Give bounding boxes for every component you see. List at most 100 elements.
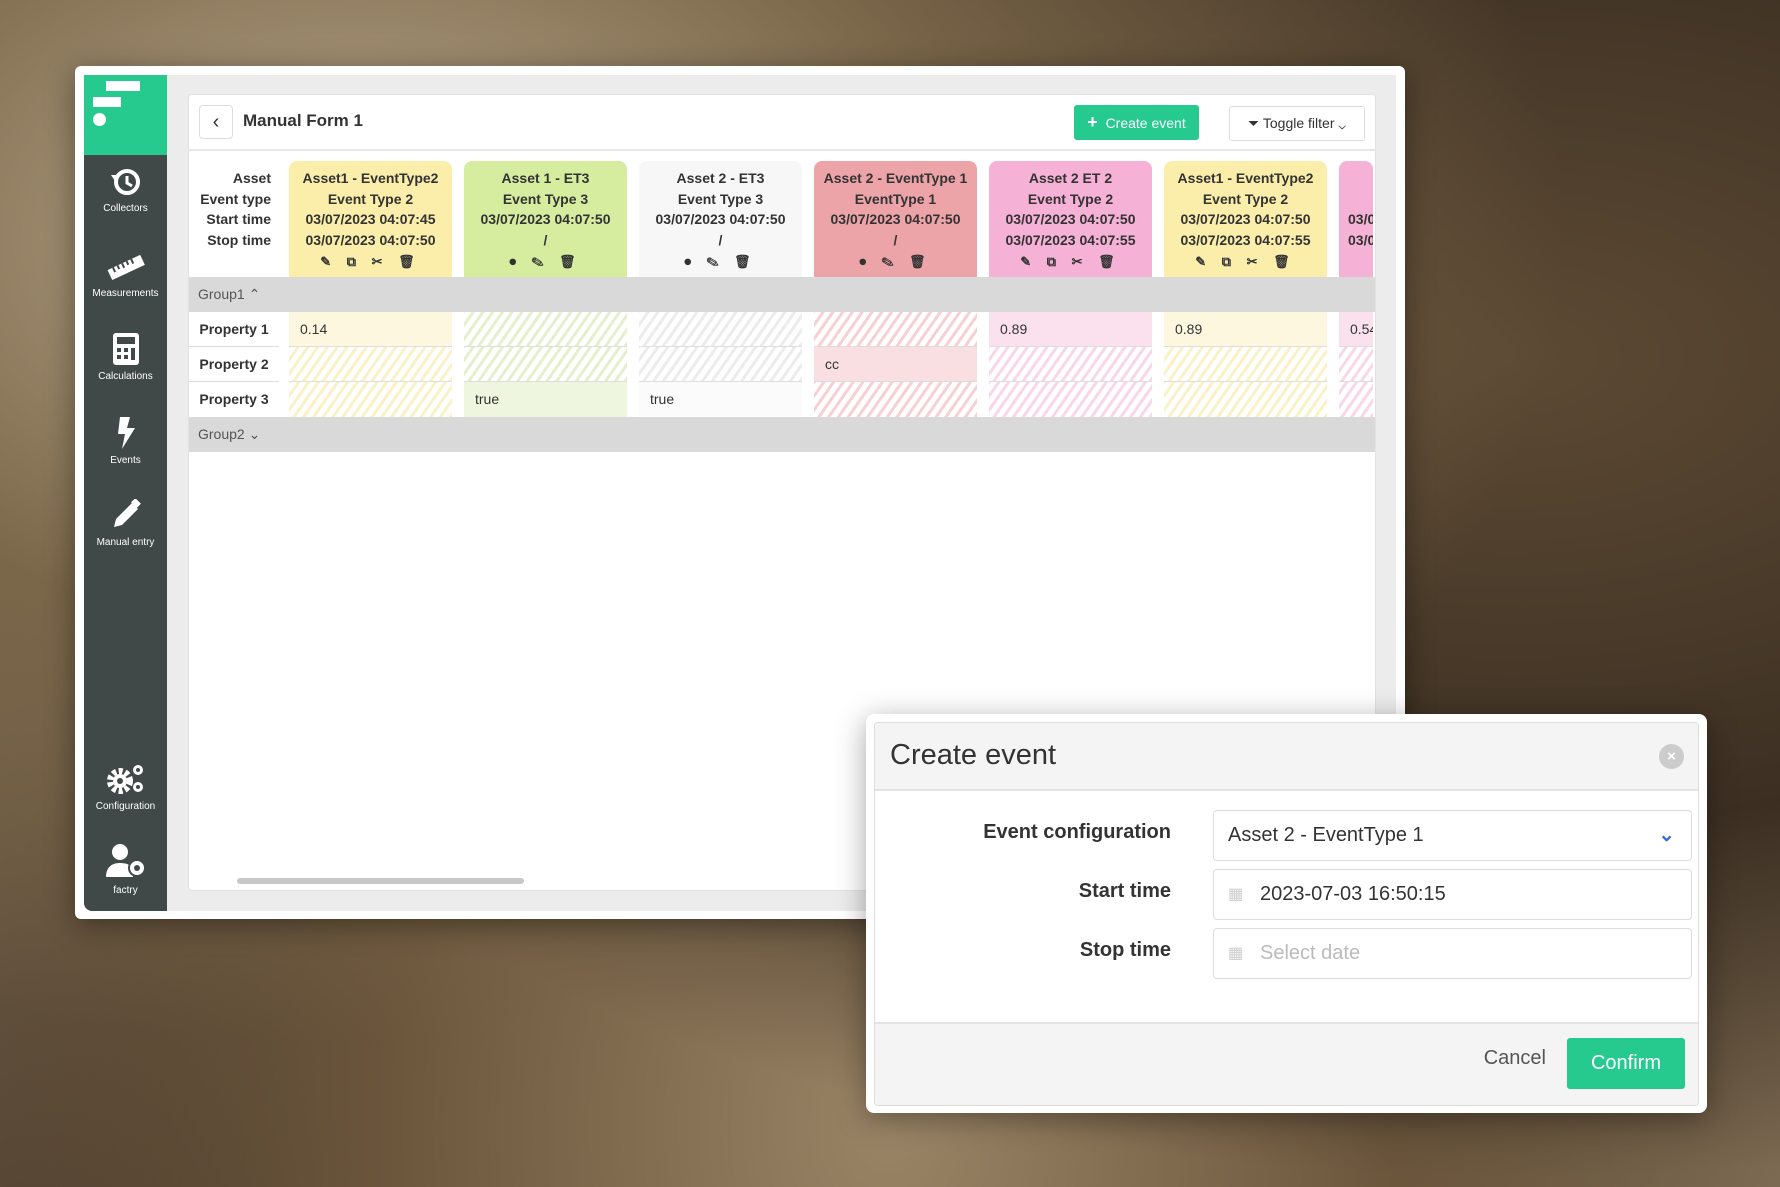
- sidebar-item-configuration[interactable]: Configuration: [84, 763, 167, 812]
- label-event-type: Event type: [200, 190, 271, 207]
- event-action-icons[interactable]: ✎ ⧉ ✂ 🗑: [289, 252, 452, 273]
- filter-icon: ⏷: [1248, 115, 1260, 131]
- group-header-group1[interactable]: Group1 ⌃: [189, 277, 1375, 312]
- property-cell[interactable]: [814, 312, 977, 347]
- event-stop: /: [718, 231, 723, 248]
- sidebar-item-events[interactable]: Events: [84, 417, 167, 466]
- event-start: 03/07/2023 04:07:45: [305, 211, 436, 227]
- event-asset: Asset 2 - ET3: [676, 170, 765, 186]
- event-asset: Asset1 - EventType2: [302, 170, 439, 186]
- dialog-title: Create event: [890, 739, 1057, 771]
- property-cell[interactable]: 0.54: [1339, 312, 1373, 347]
- sidebar-item-calculations[interactable]: Calculations: [84, 333, 167, 382]
- calculator-icon: [112, 333, 139, 365]
- event-asset: Asset 1 - ET3: [501, 170, 590, 186]
- property-cell[interactable]: [989, 382, 1152, 417]
- pen-icon: [113, 499, 141, 527]
- event-stop: /: [543, 231, 548, 248]
- event-column-header: 03/0 03/0: [1339, 161, 1373, 277]
- event-start: 03/07/2023 04:07:50: [830, 211, 961, 227]
- event-asset: Asset 2 ET 2: [1028, 170, 1113, 186]
- property-cell[interactable]: [989, 347, 1152, 382]
- event-stop: 03/07/2023 04:07:50: [305, 231, 436, 248]
- start-time-label: Start time: [1078, 880, 1171, 902]
- horizontal-scrollbar[interactable]: [237, 878, 524, 884]
- property-cell[interactable]: [639, 312, 802, 347]
- label-start-time: Start time: [206, 211, 271, 227]
- page-title: Manual Form 1: [243, 111, 363, 130]
- property-cell[interactable]: [814, 382, 977, 417]
- header-row-labels: Asset Event type Start time Stop time: [189, 168, 271, 250]
- chevron-down-icon: ⌄: [1658, 824, 1675, 846]
- event-start: 03/0: [1348, 211, 1373, 227]
- property-cell[interactable]: [639, 347, 802, 382]
- property-cell[interactable]: true: [639, 382, 802, 417]
- property-cell[interactable]: [1164, 347, 1327, 382]
- event-type: [1348, 189, 1373, 210]
- property-cell[interactable]: [464, 347, 627, 382]
- back-button[interactable]: ‹: [199, 105, 233, 139]
- event-stop: 03/07/2023 04:07:55: [1180, 231, 1311, 248]
- cancel-button[interactable]: Cancel: [1484, 1047, 1546, 1070]
- property-cell[interactable]: [1339, 347, 1373, 382]
- property-cell[interactable]: 0.14: [289, 312, 452, 347]
- chevron-up-icon: ⌃: [248, 286, 261, 302]
- property-cell[interactable]: cc: [814, 347, 977, 382]
- label-stop-time: Stop time: [207, 231, 271, 248]
- sidebar-item-factry[interactable]: factry: [84, 843, 167, 896]
- event-column-header: Asset 1 - ET3 Event Type 3 03/07/2023 04:0…: [464, 161, 627, 277]
- create-event-dialog: Create event × Event configuration Asset …: [866, 714, 1707, 1113]
- event-action-icons[interactable]: ⏺ ✎ 🗑: [814, 252, 977, 273]
- property-cell[interactable]: true: [464, 382, 627, 417]
- event-action-icons[interactable]: ✎ ⧉ ✂ 🗑: [1164, 252, 1327, 273]
- property-cell[interactable]: [1339, 382, 1373, 417]
- event-asset: Asset1 - EventType2: [1177, 170, 1314, 186]
- event-action-icons[interactable]: ⏺ ✎ 🗑: [464, 252, 627, 273]
- property-cell[interactable]: [1164, 382, 1327, 417]
- event-type: EventType 1: [854, 190, 937, 207]
- chevron-down-icon: ⌄: [1338, 115, 1346, 131]
- event-type: Event Type 3: [677, 190, 764, 207]
- plus-icon: +: [1087, 112, 1098, 132]
- event-action-icons[interactable]: ✎ ⧉ ✂ 🗑: [989, 252, 1152, 273]
- create-event-button[interactable]: + Create event: [1074, 105, 1199, 140]
- property-label: Property 1: [189, 312, 279, 347]
- property-cell[interactable]: 0.89: [1164, 312, 1327, 347]
- label-asset: Asset: [232, 170, 271, 186]
- event-asset: Asset 2 - EventType 1: [823, 170, 968, 186]
- event-action-icons[interactable]: ⏺ ✎ 🗑: [639, 252, 802, 273]
- form-header: ‹ Manual Form 1 + Create event ⏷ Toggle …: [189, 95, 1375, 151]
- event-column-header: Asset 2 - EventType 1 EventType 1 03/07/20…: [814, 161, 977, 277]
- logo[interactable]: [84, 75, 167, 155]
- event-configuration-label: Event configuration: [983, 821, 1171, 843]
- property-cell[interactable]: 0.89: [989, 312, 1152, 347]
- chevron-down-icon: ⌄: [248, 426, 261, 442]
- group-header-group2[interactable]: Group2 ⌄: [189, 417, 1375, 452]
- property-cell[interactable]: [289, 382, 452, 417]
- toggle-filter-button[interactable]: ⏷ Toggle filter ⌄: [1229, 106, 1365, 141]
- gears-icon: [106, 765, 143, 794]
- event-configuration-select[interactable]: Asset 2 - EventType 1 ⌄: [1213, 810, 1692, 861]
- event-column-header: Asset1 - EventType2 Event Type 2 03/07/202…: [289, 161, 452, 277]
- sidebar-item-manual-entry[interactable]: Manual entry: [84, 499, 167, 548]
- event-start: 03/07/2023 04:07:50: [480, 211, 611, 227]
- property-label: Property 3: [199, 391, 269, 407]
- start-time-input[interactable]: ▦ 2023-07-03 16:50:15: [1213, 869, 1692, 920]
- event-start: 03/07/2023 04:07:50: [1005, 211, 1136, 227]
- event-type: Event Type 3: [502, 190, 589, 207]
- sidebar-item-measurements[interactable]: Measurements: [84, 252, 167, 299]
- confirm-button[interactable]: Confirm: [1567, 1038, 1685, 1089]
- close-icon[interactable]: ×: [1659, 744, 1684, 769]
- property-cell[interactable]: [289, 347, 452, 382]
- stop-time-label: Stop time: [1079, 939, 1171, 961]
- sidebar-item-collectors[interactable]: Collectors: [84, 167, 167, 214]
- chevron-left-icon: ‹: [212, 111, 220, 133]
- event-type: Event Type 2: [327, 190, 414, 207]
- event-column-header: Asset 2 - ET3 Event Type 3 03/07/2023 04:0…: [639, 161, 802, 277]
- user-gear-icon: [105, 844, 146, 877]
- stop-time-input[interactable]: ▦ Select date: [1213, 928, 1692, 979]
- event-asset: [1348, 168, 1373, 189]
- property-cell[interactable]: [464, 312, 627, 347]
- history-icon: [110, 169, 140, 195]
- event-column-header: Asset1 - EventType2 Event Type 2 03/07/202…: [1164, 161, 1327, 277]
